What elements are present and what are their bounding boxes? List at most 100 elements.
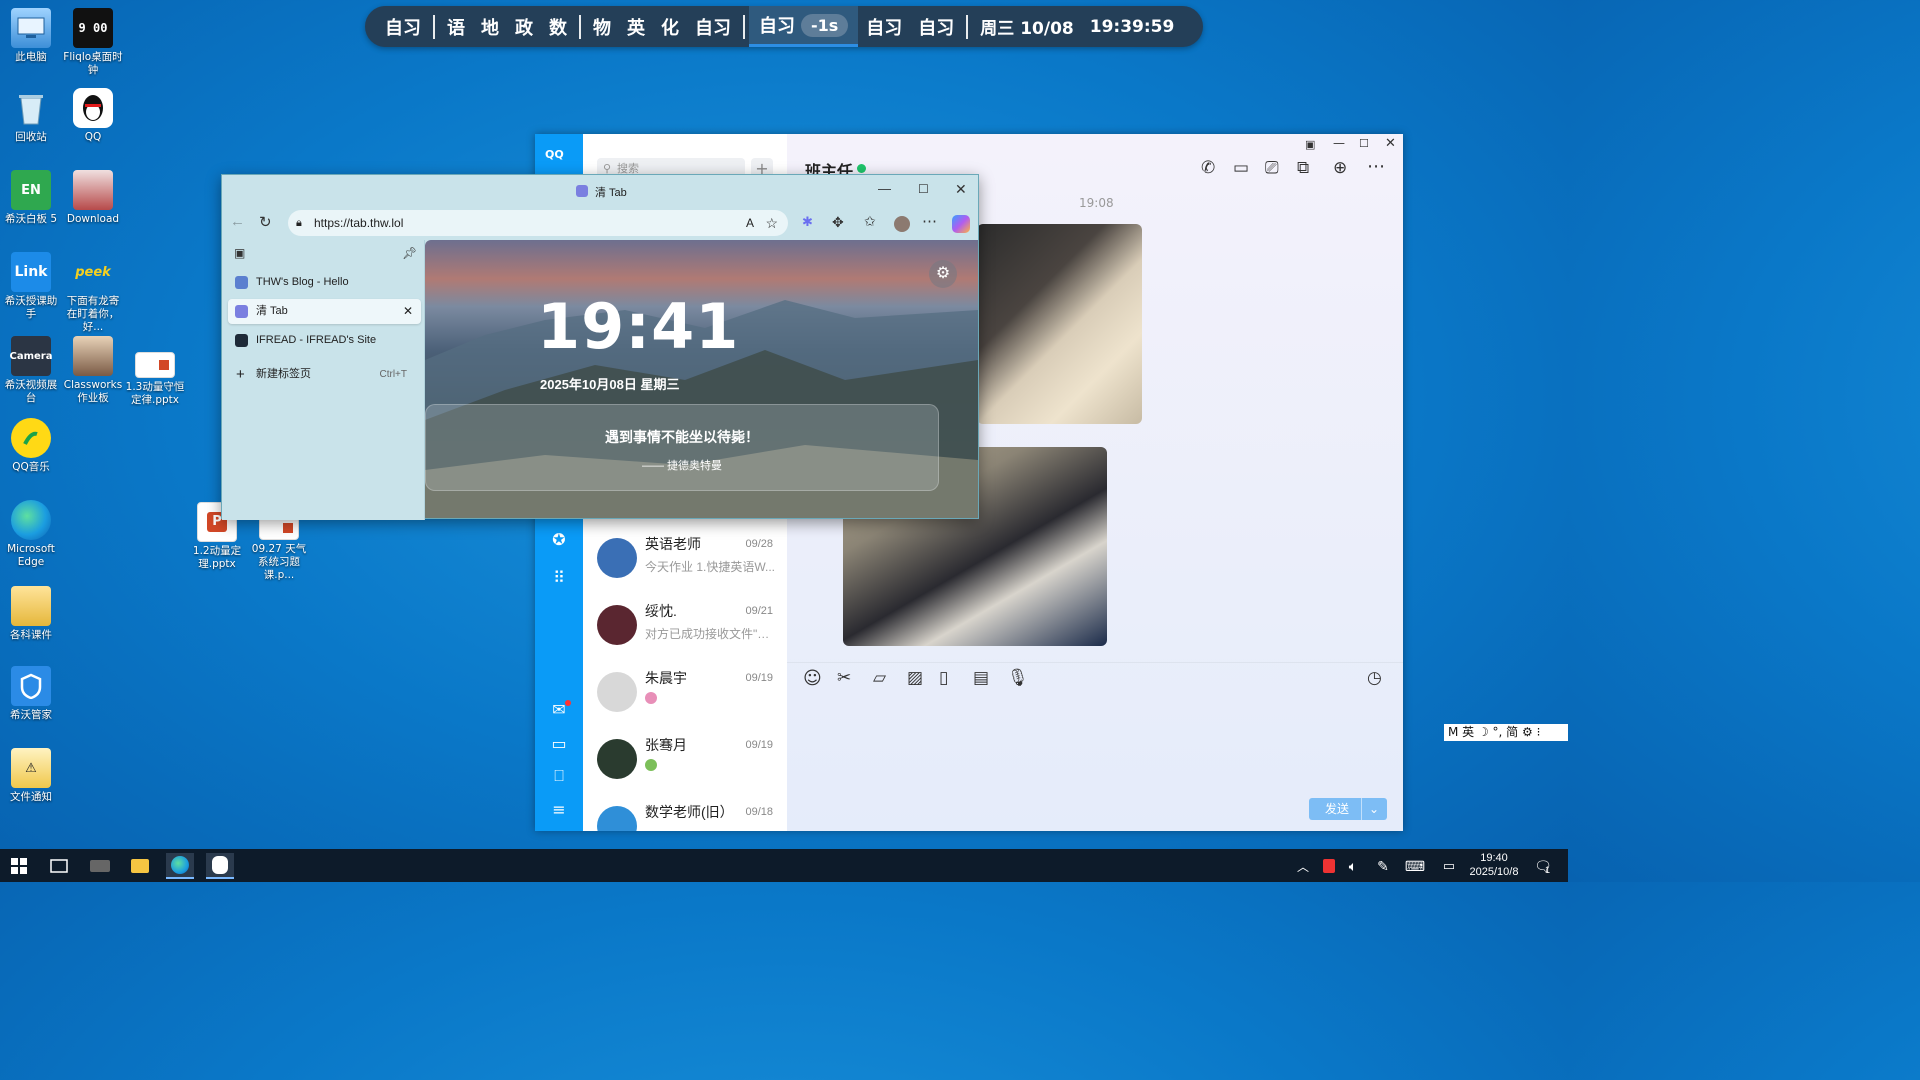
pin-panel-icon[interactable]: 📌︎: [402, 246, 417, 260]
touch-keyboard-icon[interactable]: ⌨: [1402, 853, 1428, 879]
red-packet-icon[interactable]: ▤: [973, 668, 989, 688]
maximize-button[interactable]: ☐: [918, 182, 929, 196]
seewo-taskbar-icon[interactable]: [87, 853, 113, 879]
desktop-icon-seewo-whiteboard[interactable]: EN 希沃白板 5: [0, 170, 62, 226]
schedule-divider: [579, 14, 581, 39]
shake-icon[interactable]: ▯: [939, 668, 948, 688]
new-tab-button[interactable]: + 新建标签页 Ctrl+T: [228, 362, 421, 387]
bookmark-icon[interactable]: ⎕: [549, 766, 569, 786]
send-button[interactable]: 发送 ⌄: [1309, 798, 1387, 820]
back-arrow-icon[interactable]: ←: [230, 213, 245, 230]
list-item[interactable]: 英语老师 09/28 今天作业 1.快捷英语W...: [583, 526, 787, 592]
plus-icon: +: [236, 366, 245, 383]
qzone-icon[interactable]: ✪: [549, 530, 569, 550]
menu-icon[interactable]: ≡: [549, 800, 569, 820]
security-shield-icon[interactable]: [1316, 853, 1342, 879]
task-view-icon[interactable]: [46, 853, 72, 879]
refresh-icon[interactable]: ↻: [259, 213, 272, 231]
start-windows-icon[interactable]: [6, 853, 32, 879]
desktop-icon-pptx-0927[interactable]: 09.27 天气系统习题课.p...: [248, 516, 310, 582]
microphone-icon[interactable]: 🎙︎: [1007, 668, 1029, 688]
tab-qing-tab[interactable]: 清 Tab ✕: [228, 299, 421, 324]
window-title: 清 Tab: [595, 187, 627, 199]
send-options-chevron-icon[interactable]: ⌄: [1360, 798, 1379, 820]
image-icon[interactable]: ▨: [907, 668, 923, 688]
list-item[interactable]: 朱晨宇 09/19: [583, 660, 787, 726]
desktop-icon-file-notice[interactable]: ⚠ 文件通知: [0, 748, 62, 804]
maximize-button[interactable]: ☐: [1359, 137, 1369, 150]
edge-taskbar-icon[interactable]: [166, 853, 194, 879]
minimize-button[interactable]: —: [1333, 136, 1345, 150]
file-folder-icon[interactable]: ▱: [873, 668, 886, 688]
ime-mode-icon[interactable]: ▭: [1436, 853, 1462, 879]
extension-qingtab-icon[interactable]: ✱: [802, 214, 813, 230]
sidebar-toggle-icon[interactable]: ▣: [1305, 138, 1315, 151]
more-icon[interactable]: ⋯: [922, 212, 937, 230]
desktop-icon-dragon-peek[interactable]: peek 下面有龙寄在盯着你，好...: [62, 252, 124, 334]
vertical-tab-panel: ▣ 📌︎ THW's Blog - Hello 清 Tab ✕ IFREAD -…: [222, 240, 425, 520]
settings-gear-icon[interactable]: ⚙: [929, 260, 957, 288]
desktop-icon-courseware[interactable]: 各科课件: [0, 586, 62, 642]
profile-avatar[interactable]: [894, 216, 910, 232]
desktop-icon-recycle-bin[interactable]: 回收站: [0, 88, 62, 144]
desktop-icon-seewo-camera[interactable]: Camera 希沃视频展台: [0, 336, 62, 405]
notification-center-icon[interactable]: 🗨︎: [1530, 853, 1556, 879]
desktop-icon-seewo-link[interactable]: Link 希沃授课助手: [0, 252, 62, 321]
folder-icon[interactable]: ▭: [549, 734, 569, 754]
close-button[interactable]: ✕: [955, 181, 967, 198]
minimize-button[interactable]: —: [878, 181, 891, 196]
close-button[interactable]: ✕: [1385, 136, 1396, 151]
history-clock-icon[interactable]: ◷: [1367, 668, 1382, 688]
volume-icon[interactable]: 🔈︎: [1340, 853, 1366, 879]
more-icon[interactable]: ⋯: [1367, 156, 1385, 177]
site-info-lock-icon[interactable]: 🔒︎: [296, 210, 302, 236]
desktop-icon-pptx-1-3[interactable]: 1.3动量守恒定律.pptx: [124, 352, 186, 407]
desktop-icon-this-pc[interactable]: 此电脑: [0, 8, 62, 64]
tab-actions-icon[interactable]: ▣: [234, 246, 245, 260]
remote-control-icon[interactable]: ⧉: [1297, 158, 1309, 178]
video-call-icon[interactable]: ▭: [1233, 158, 1249, 178]
qq-penguin-icon: [73, 88, 113, 128]
desktop-icon-qq-music[interactable]: QQ音乐: [0, 418, 62, 474]
emoji-icon[interactable]: ☺: [803, 668, 822, 689]
pen-icon[interactable]: ✎: [1370, 853, 1396, 879]
favorite-star-icon[interactable]: ☆: [765, 210, 778, 236]
chat-image[interactable]: [977, 224, 1142, 424]
taskbar-clock[interactable]: 19:40 2025/10/8: [1462, 851, 1526, 879]
schedule-item: 自习: [695, 17, 731, 39]
list-item[interactable]: 绥忱. 09/21 对方已成功接收文件"09...: [583, 593, 787, 659]
tab-favicon-icon: [235, 334, 248, 347]
desktop-icon-edge[interactable]: Microsoft Edge: [0, 500, 62, 569]
list-item[interactable]: 数学老师(旧） 09/18: [583, 794, 787, 831]
add-member-icon[interactable]: ⊕: [1333, 158, 1347, 178]
tray-chevron-up-icon[interactable]: ︿: [1290, 853, 1316, 879]
tab-ifread[interactable]: IFREAD - IFREAD's Site: [228, 328, 421, 353]
tab-thw-blog[interactable]: THW's Blog - Hello: [228, 270, 421, 295]
schedule-divider: [743, 14, 745, 39]
tab-close-icon[interactable]: ✕: [403, 299, 413, 324]
screenshot-scissors-icon[interactable]: ✂: [837, 668, 851, 688]
favorites-icon[interactable]: ✩: [864, 213, 876, 230]
file-notice-icon: ⚠: [11, 748, 51, 788]
tab-favicon-icon: [235, 276, 248, 289]
screen-share-icon[interactable]: ⎚: [1265, 158, 1279, 178]
desktop-icon-qq[interactable]: QQ: [62, 88, 124, 144]
list-item[interactable]: 张骞月 09/19: [583, 727, 787, 793]
copilot-icon[interactable]: [952, 215, 970, 233]
phone-icon[interactable]: ✆: [1201, 158, 1215, 178]
qq-music-icon: [11, 418, 51, 458]
desktop-icon-classworks[interactable]: Classworks 作业板: [62, 336, 124, 405]
apps-grid-icon[interactable]: ⠿: [549, 568, 569, 588]
read-aloud-icon[interactable]: A: [746, 210, 754, 236]
desktop-icon-download[interactable]: Download: [62, 170, 124, 226]
desktop-icon-seewo-manager[interactable]: 希沃管家: [0, 666, 62, 722]
tab-favicon-icon: [576, 185, 588, 197]
extensions-puzzle-icon[interactable]: ✥: [832, 214, 844, 231]
desktop-icon-fliqlo[interactable]: 9 00 Fliqlo桌面时钟: [62, 8, 124, 77]
address-bar[interactable]: 🔒︎ https://tab.thw.lol A ☆: [288, 210, 788, 236]
pptx-file-icon: [135, 352, 175, 378]
qq-taskbar-icon[interactable]: [206, 853, 234, 879]
edge-titlebar: 清 Tab — ☐ ✕: [222, 175, 978, 208]
ime-toolbar[interactable]: M 英 ☽ °, 简 ⚙ ⁝: [1444, 724, 1568, 741]
file-explorer-icon[interactable]: [127, 853, 153, 879]
